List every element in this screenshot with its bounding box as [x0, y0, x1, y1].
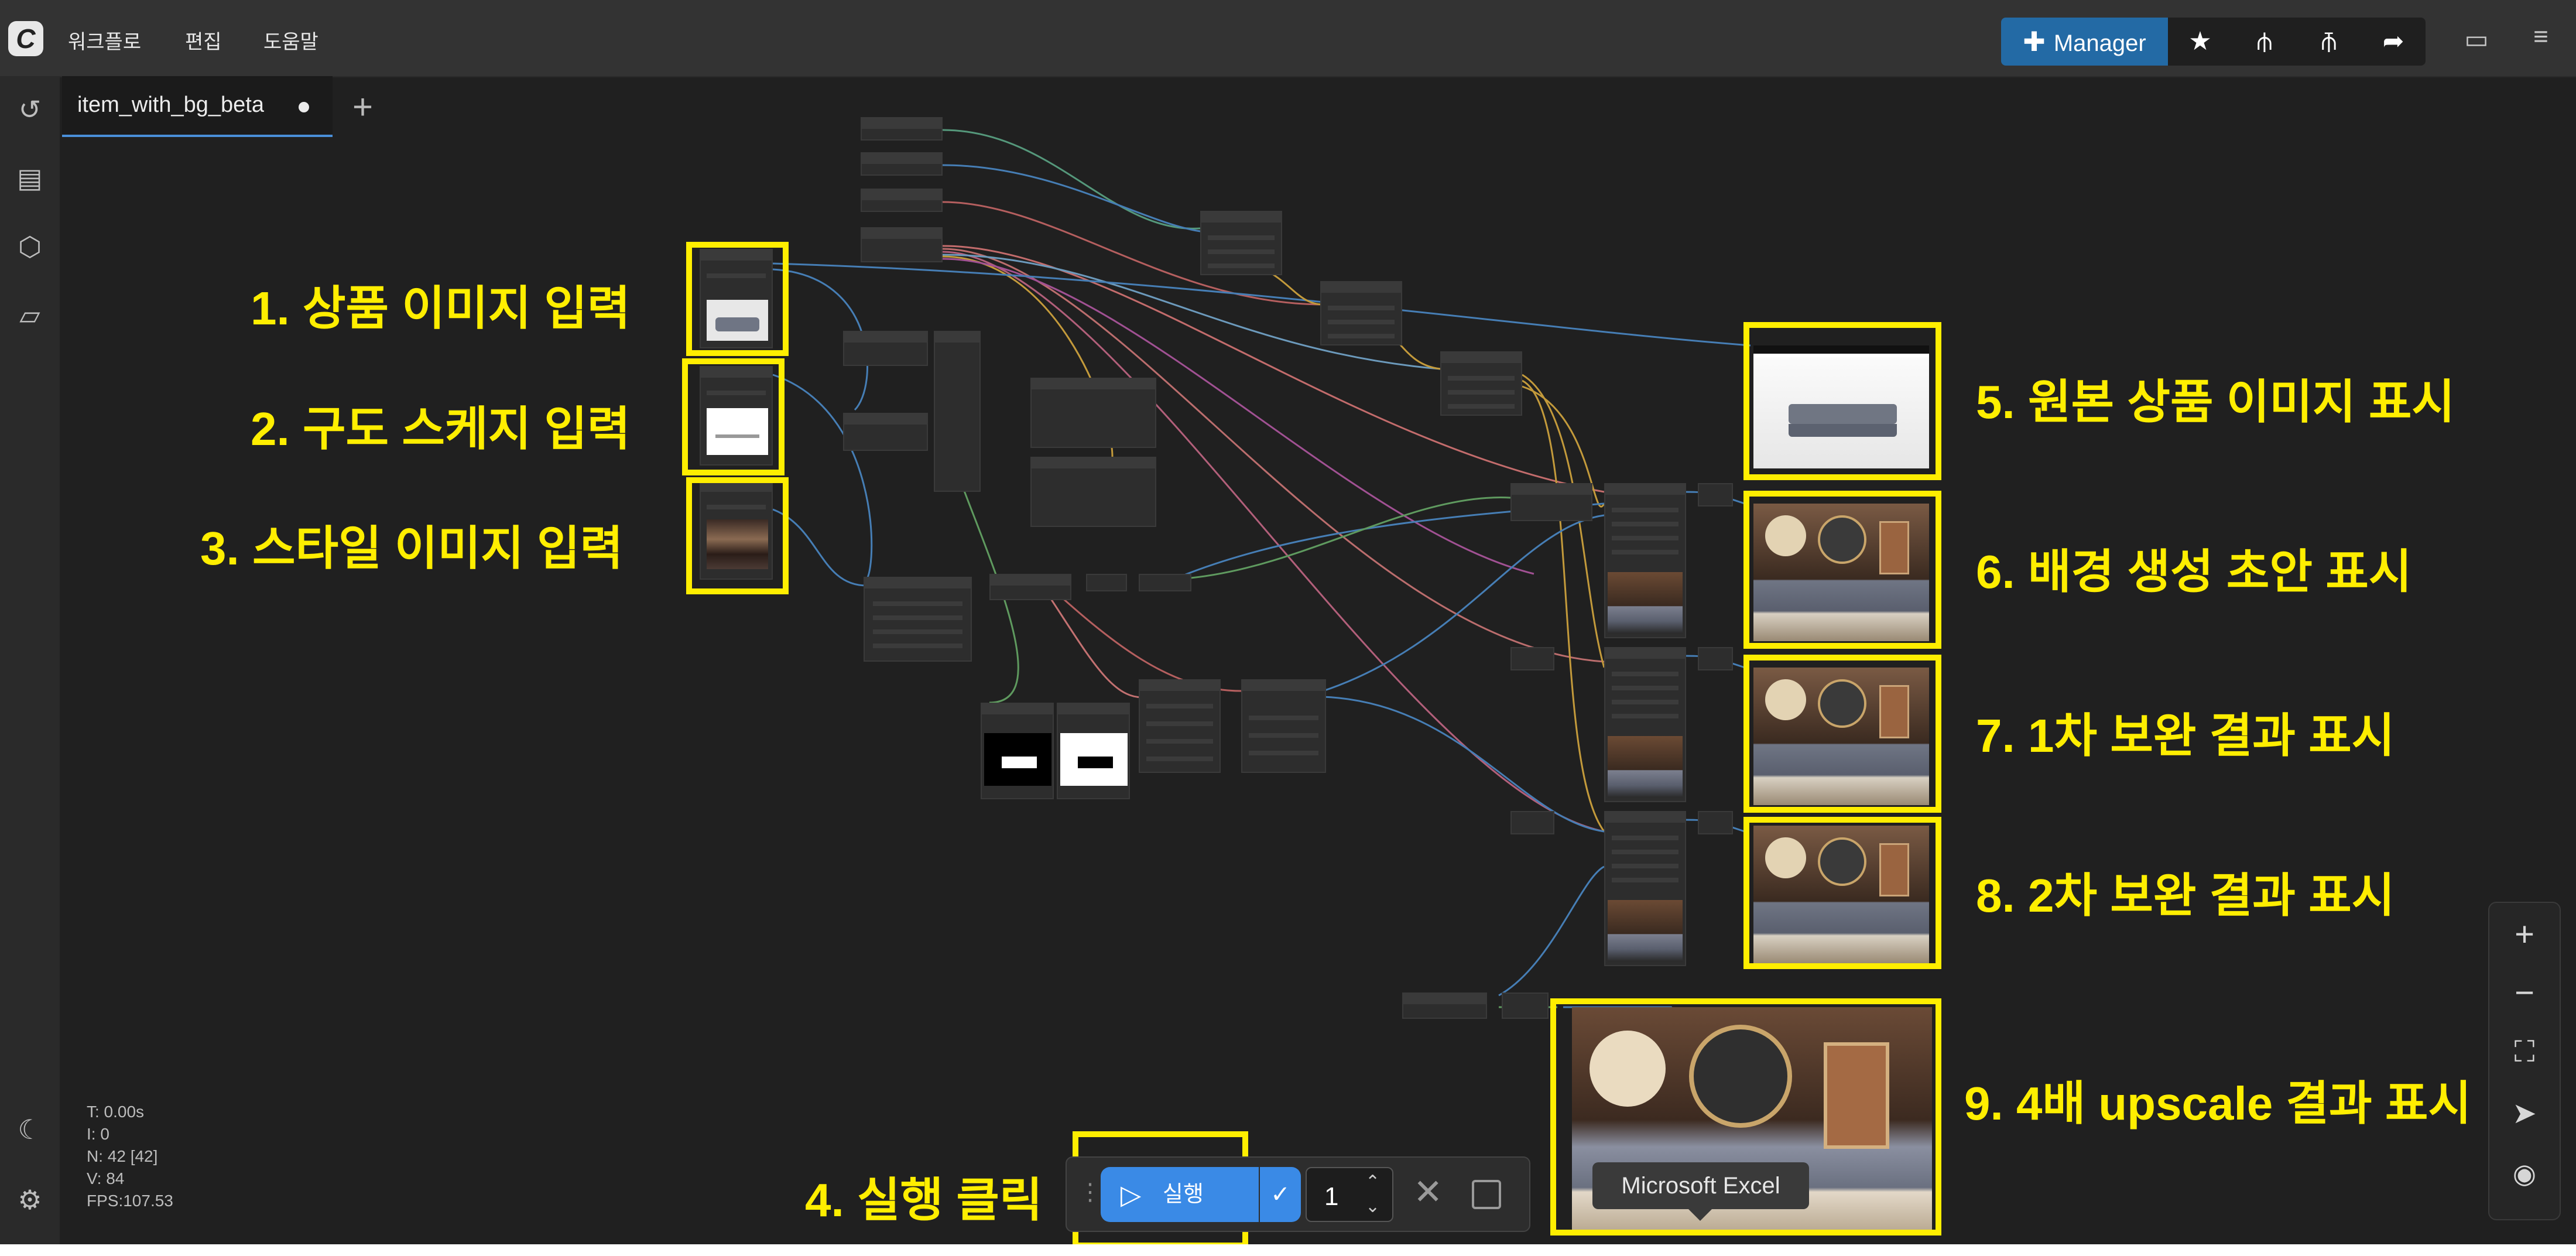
graph-node[interactable] — [1402, 993, 1487, 1019]
tooltip: Microsoft Excel — [1592, 1162, 1809, 1221]
graph-canvas[interactable] — [0, 0, 2576, 1244]
chevron-down-icon[interactable]: ⌄ — [1365, 1196, 1380, 1217]
play-icon: ▷ — [1121, 1179, 1142, 1210]
run-toolbar: ⋮ ▷ 실행 ✓ 1 ⌃ ⌄ ✕ — [1066, 1156, 1530, 1232]
graph-node[interactable] — [1502, 993, 1549, 1019]
graph-node[interactable] — [1030, 457, 1156, 527]
run-label: 실행 — [1163, 1182, 1204, 1207]
image-preview-node[interactable] — [1604, 483, 1686, 638]
run-mode-dropdown[interactable]: ✓ — [1260, 1167, 1301, 1222]
annotation-5: 5. 원본 상품 이미지 표시 — [1976, 376, 2455, 428]
graph-node[interactable] — [989, 574, 1071, 600]
graph-node[interactable] — [1139, 679, 1221, 773]
drag-handle-icon[interactable]: ⋮ — [1078, 1179, 1102, 1206]
graph-node[interactable] — [843, 413, 928, 451]
highlight-box-5 — [1743, 322, 1941, 480]
annotation-2: 2. 구도 스케지 입력 — [251, 403, 631, 455]
stop-icon[interactable] — [1472, 1180, 1501, 1209]
graph-node[interactable] — [861, 227, 943, 262]
graph-node[interactable] — [861, 189, 943, 212]
graph-node[interactable] — [1510, 647, 1554, 670]
run-button[interactable]: ▷ 실행 — [1101, 1167, 1259, 1222]
batch-count-stepper[interactable]: 1 ⌃ ⌄ — [1306, 1167, 1393, 1222]
mask-preview-node[interactable] — [1057, 703, 1130, 799]
highlight-box-7 — [1743, 655, 1941, 813]
fit-view-icon[interactable]: ⛶ — [2489, 1035, 2560, 1069]
annotation-6: 6. 배경 생성 초안 표시 — [1976, 546, 2412, 598]
graph-node[interactable] — [1320, 281, 1402, 345]
stat-n: N: 42 [42] — [87, 1147, 158, 1165]
graph-node[interactable] — [864, 577, 972, 662]
graph-node[interactable] — [934, 331, 981, 492]
zoom-out-icon[interactable]: − — [2489, 973, 2560, 1012]
highlight-box-3 — [686, 477, 789, 594]
mask-preview-node[interactable] — [981, 703, 1054, 799]
zoom-in-icon[interactable]: + — [2489, 915, 2560, 954]
chevron-up-icon[interactable]: ⌃ — [1365, 1172, 1380, 1192]
highlight-box-6 — [1743, 491, 1941, 649]
graph-node[interactable] — [861, 152, 943, 176]
graph-node[interactable] — [1698, 647, 1733, 670]
graph-node[interactable] — [1510, 811, 1554, 834]
annotation-7: 7. 1차 보완 결과 표시 — [1976, 710, 2395, 762]
stat-time: T: 0.00s — [87, 1103, 145, 1121]
stat-fps: FPS:107.53 — [87, 1192, 173, 1210]
render-stats: T: 0.00s I: 0 N: 42 [42] V: 84 FPS:107.5… — [87, 1101, 173, 1212]
stat-i: I: 0 — [87, 1125, 109, 1143]
graph-node[interactable] — [1139, 574, 1191, 591]
graph-node[interactable] — [1086, 574, 1127, 591]
batch-count-value: 1 — [1324, 1182, 1339, 1211]
highlight-box-2 — [682, 358, 785, 475]
graph-node[interactable] — [1698, 483, 1733, 506]
stat-v: V: 84 — [87, 1169, 125, 1187]
annotation-8: 8. 2차 보완 결과 표시 — [1976, 870, 2395, 922]
navigate-icon[interactable]: ➤ — [2489, 1096, 2560, 1130]
graph-node[interactable] — [1440, 351, 1522, 416]
annotation-9: 9. 4배 upscale 결과 표시 — [1964, 1077, 2472, 1130]
eye-visibility-icon[interactable]: ◉ — [2489, 1158, 2560, 1189]
canvas-zoom-controls: + − ⛶ ➤ ◉ — [2488, 902, 2561, 1220]
annotation-1: 1. 상품 이미지 입력 — [251, 282, 631, 334]
highlight-box-8 — [1743, 817, 1941, 969]
graph-node[interactable] — [1200, 211, 1282, 275]
cancel-icon[interactable]: ✕ — [1413, 1172, 1443, 1213]
graph-node[interactable] — [1241, 679, 1326, 773]
highlight-box-1 — [686, 242, 789, 356]
image-preview-node[interactable] — [1604, 647, 1686, 802]
graph-node[interactable] — [843, 331, 928, 366]
graph-node[interactable] — [861, 117, 943, 141]
app-window: C 워크플로 편집 도움말 ✚ Manager ★ ⫛ ⫚ ➦ ▭ ≡ ↺ ▤ ⬡… — [0, 0, 2576, 1244]
image-preview-node[interactable] — [1604, 811, 1686, 966]
graph-node[interactable] — [1698, 811, 1733, 834]
annotation-4: 4. 실행 클릭 — [805, 1174, 1043, 1226]
graph-node[interactable] — [1030, 378, 1156, 448]
annotation-3: 3. 스타일 이미지 입력 — [200, 522, 624, 574]
graph-node[interactable] — [1510, 483, 1592, 521]
